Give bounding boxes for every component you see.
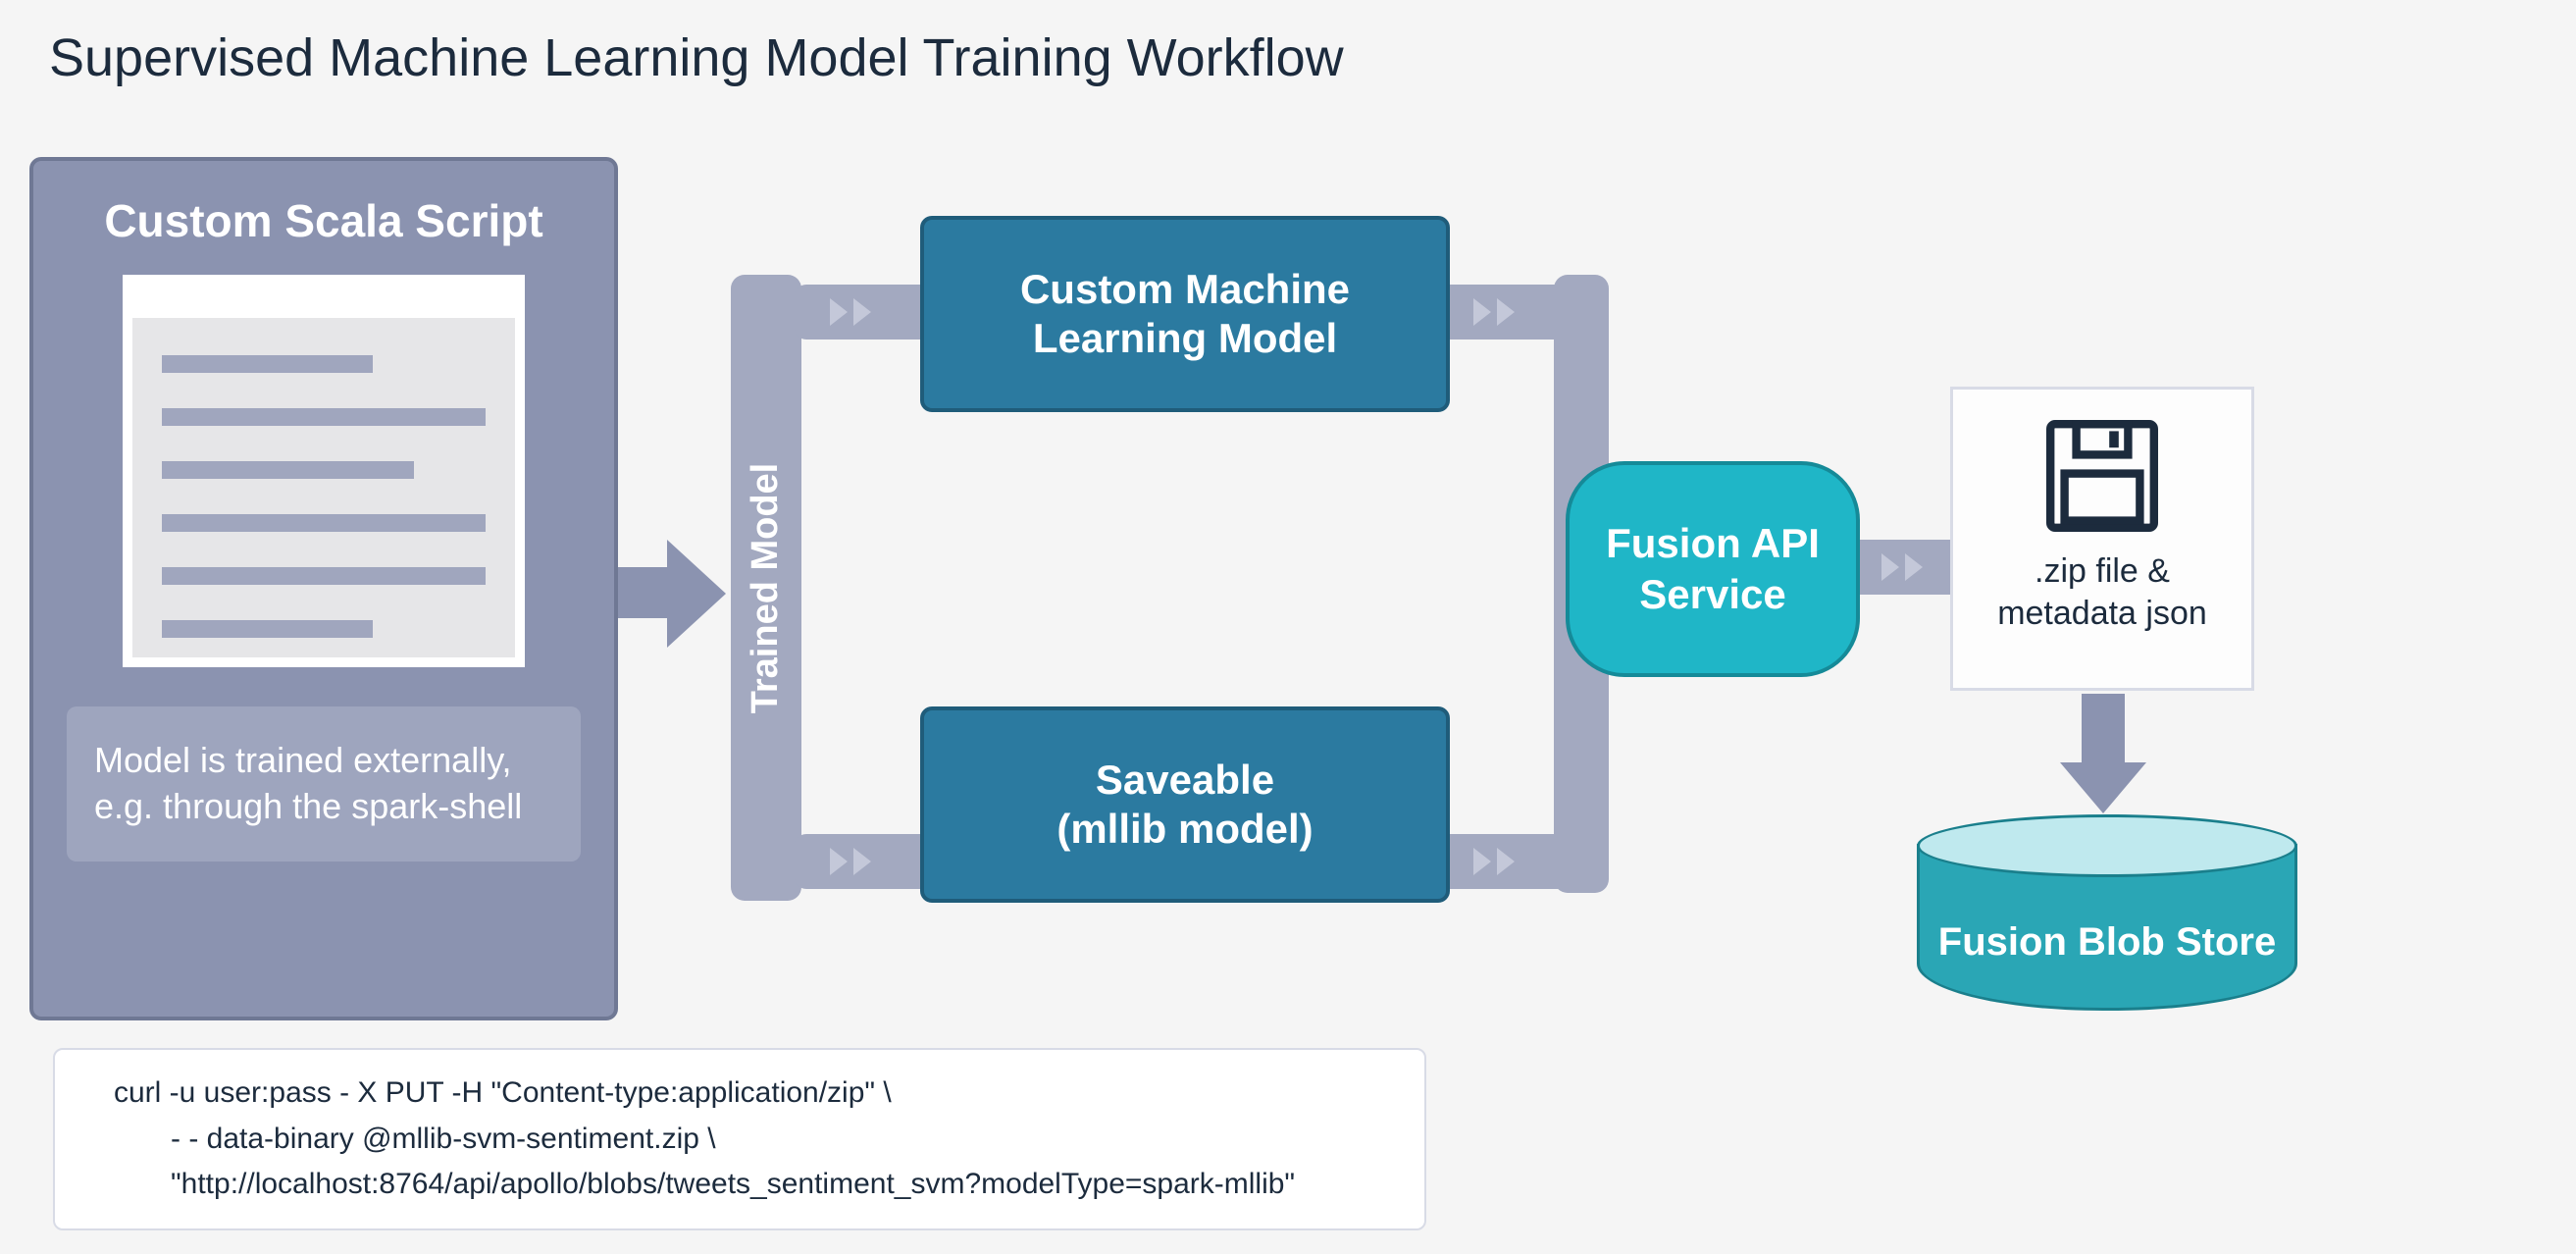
curl-line-3: "http://localhost:8764/api/apollo/blobs/…	[114, 1162, 1405, 1208]
arrow-zip-to-store	[2068, 694, 2137, 821]
custom-ml-model-box: Custom Machine Learning Model	[920, 216, 1450, 412]
curl-line-1: curl -u user:pass - X PUT -H "Content-ty…	[114, 1071, 1405, 1117]
arrow-scala-to-trained	[618, 540, 726, 648]
fusion-blob-store-cylinder: Fusion Blob Store	[1917, 814, 2297, 1030]
scala-script-panel: Custom Scala Script Model is trained ext…	[29, 157, 618, 1020]
flow-chevrons-icon	[1473, 298, 1515, 326]
saveable-model-label: Saveable (mllib model)	[1056, 756, 1313, 855]
zip-file-card: .zip file & metadata json	[1950, 387, 2254, 691]
fusion-api-service-label: Fusion API Service	[1606, 518, 1820, 621]
floppy-disk-icon	[2043, 417, 2161, 535]
custom-ml-model-label: Custom Machine Learning Model	[1020, 265, 1350, 364]
curl-line-2: - - data-binary @mllib-svm-sentiment.zip…	[114, 1117, 1405, 1163]
zip-file-label: .zip file & metadata json	[1997, 550, 2207, 634]
trained-model-label: Trained Model	[746, 462, 788, 712]
fusion-api-service-box: Fusion API Service	[1566, 461, 1860, 677]
trained-model-bar: Trained Model	[731, 275, 801, 901]
fusion-blob-store-label: Fusion Blob Store	[1917, 920, 2297, 965]
scala-panel-caption: Model is trained externally, e.g. throug…	[67, 706, 581, 862]
scala-panel-title: Custom Scala Script	[67, 194, 581, 247]
flow-chevrons-icon	[1881, 553, 1923, 581]
diagram-title: Supervised Machine Learning Model Traini…	[49, 27, 1344, 88]
flow-chevrons-icon	[830, 298, 871, 326]
document-window-icon	[123, 275, 525, 667]
flow-chevrons-icon	[1473, 848, 1515, 875]
curl-command-box: curl -u user:pass - X PUT -H "Content-ty…	[53, 1048, 1426, 1230]
saveable-model-box: Saveable (mllib model)	[920, 706, 1450, 903]
flow-chevrons-icon	[830, 848, 871, 875]
